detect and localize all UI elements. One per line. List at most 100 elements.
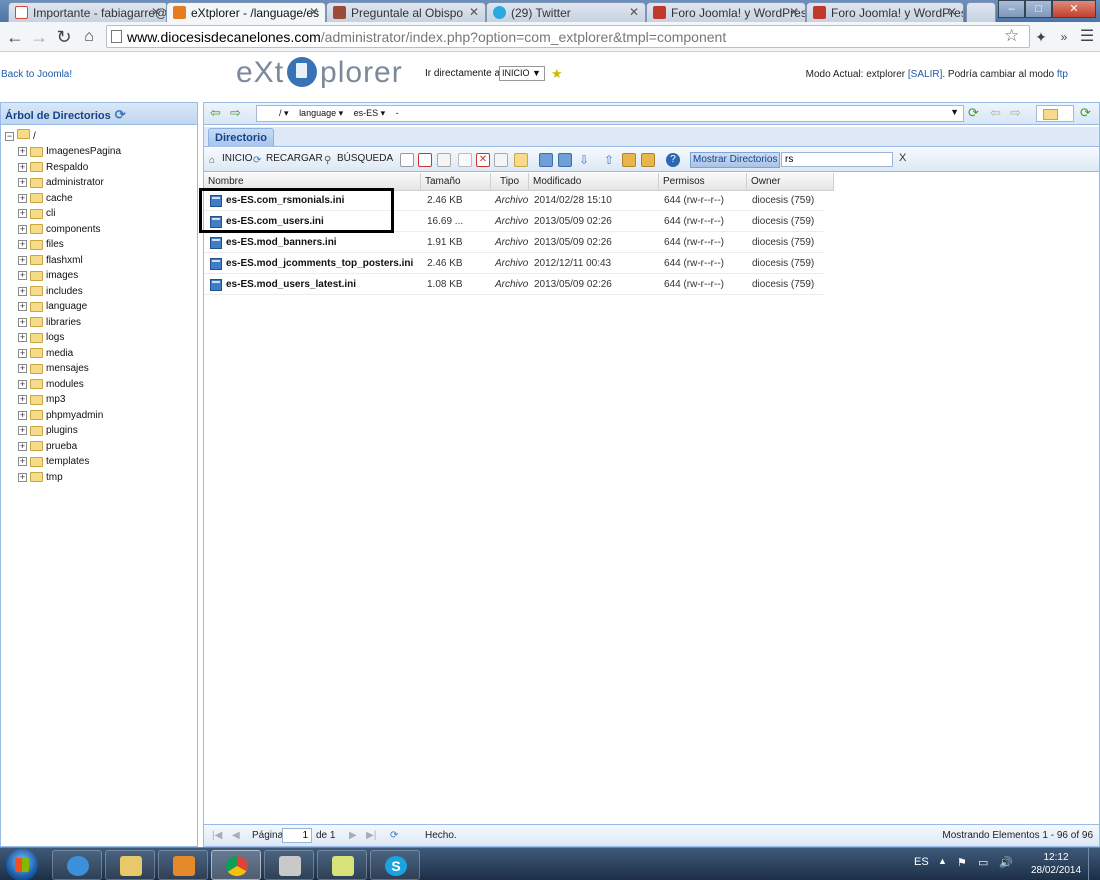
tree-item-libraries[interactable]: + libraries	[18, 315, 121, 331]
expand-icon[interactable]: +	[18, 317, 27, 327]
close-icon[interactable]: ✕	[309, 5, 319, 19]
tree-item-language[interactable]: + language	[18, 299, 121, 315]
taskbar-internet-explorer[interactable]	[52, 850, 102, 880]
file-name[interactable]: es-ES.mod_banners.ini	[204, 233, 421, 253]
tree-item-tmp[interactable]: + tmp	[18, 470, 121, 486]
flag-icon[interactable]: ⚑	[957, 856, 967, 869]
volume-icon[interactable]: 🔊	[999, 856, 1013, 869]
next-page-icon[interactable]: ▶	[349, 830, 357, 841]
tree-item-media[interactable]: + media	[18, 346, 121, 362]
refresh-icon[interactable]: ⟳	[968, 105, 979, 121]
new-file-icon[interactable]	[400, 153, 414, 167]
expand-icon[interactable]: +	[18, 286, 27, 296]
extract-icon[interactable]	[641, 153, 655, 167]
extension-arrow-icon[interactable]: »	[1053, 26, 1075, 48]
col-header-type[interactable]: Tipo	[491, 173, 529, 191]
path-segment-language[interactable]: language ▾	[299, 108, 343, 118]
rename-icon[interactable]	[494, 153, 508, 167]
view-icon[interactable]	[539, 153, 553, 167]
home-icon[interactable]: ⌂	[78, 26, 100, 48]
tree-item-respaldo[interactable]: + Respaldo	[18, 160, 121, 176]
browser-tab-twitter[interactable]: (29) Twitter ✕	[486, 2, 646, 22]
taskbar-media-player[interactable]	[158, 850, 208, 880]
expand-icon[interactable]: +	[18, 348, 27, 358]
col-header-modified[interactable]: Modificado	[529, 173, 659, 191]
tree-item-prueba[interactable]: + prueba	[18, 439, 121, 455]
tree-item-phpmyadmin[interactable]: + phpmyadmin	[18, 408, 121, 424]
refresh-icon[interactable]: ⟳	[390, 830, 398, 841]
folder-button[interactable]	[1036, 105, 1074, 122]
col-header-permissions[interactable]: Permisos	[659, 173, 747, 191]
tree-root[interactable]: − /	[5, 129, 36, 143]
path-segment-es-es[interactable]: es-ES ▾	[354, 108, 386, 118]
browser-tab-extplorer[interactable]: eXtplorer - /language/es ✕	[166, 2, 326, 23]
edit-icon[interactable]	[418, 153, 432, 167]
favorite-star-icon[interactable]: ★	[551, 66, 563, 82]
browser-tab-gmail[interactable]: Importante - fabiagarre@ ✕	[8, 2, 168, 22]
tab-directory[interactable]: Directorio	[208, 128, 274, 147]
clear-filter-button[interactable]: X	[899, 152, 906, 164]
tree-item-templates[interactable]: + templates	[18, 454, 121, 470]
back-arrow-icon[interactable]: ⇦	[210, 105, 221, 121]
first-page-icon[interactable]: |◀	[212, 830, 222, 841]
close-icon[interactable]: ✕	[947, 5, 957, 19]
maximize-button[interactable]: □	[1025, 0, 1052, 18]
expand-icon[interactable]: +	[18, 472, 27, 482]
path-breadcrumb[interactable]: / ▾ language ▾ es-ES ▾ - ▼	[256, 105, 964, 122]
chmod-icon[interactable]	[514, 153, 528, 167]
collapse-icon[interactable]: −	[5, 132, 14, 141]
path-back-icon[interactable]: ⇦	[990, 105, 1001, 121]
back-to-joomla-link[interactable]: Back to Joomla!	[1, 69, 72, 80]
expand-icon[interactable]: +	[18, 333, 27, 343]
path-forward-icon[interactable]: ⇨	[1010, 105, 1021, 121]
upload-icon[interactable]: ⇧	[602, 153, 616, 167]
dropdown-arrow-icon[interactable]: ▼	[950, 107, 959, 117]
table-row[interactable]: es-ES.mod_banners.ini 1.91 KB Archivo 20…	[204, 233, 824, 253]
browser-tab-foro-1[interactable]: Foro Joomla! y WordPres ✕	[646, 2, 806, 22]
tree-item-mp3[interactable]: + mp3	[18, 392, 121, 408]
copy-icon[interactable]	[437, 153, 451, 167]
bookmark-star-icon[interactable]: ☆	[1004, 26, 1019, 46]
forward-arrow-icon[interactable]: →	[28, 26, 50, 48]
page-number-input[interactable]	[282, 828, 312, 843]
table-row[interactable]: es-ES.mod_jcomments_top_posters.ini 2.46…	[204, 254, 824, 274]
extension-icon[interactable]: ✦	[1030, 26, 1052, 48]
goto-select[interactable]: INICIO ▼	[499, 66, 545, 81]
reload-button[interactable]: ⟳ RECARGAR	[253, 153, 323, 166]
tree-item-files[interactable]: + files	[18, 237, 121, 253]
file-name[interactable]: es-ES.mod_users_latest.ini	[204, 275, 421, 295]
home-button[interactable]: ⌂ INICIO	[209, 153, 253, 166]
taskbar-notes[interactable]	[317, 850, 367, 880]
delete-icon[interactable]: ✕	[476, 153, 490, 167]
file-name[interactable]: es-ES.mod_jcomments_top_posters.ini	[204, 254, 421, 274]
move-icon[interactable]	[458, 153, 472, 167]
close-icon[interactable]: ✕	[469, 5, 479, 19]
new-tab-button[interactable]	[966, 2, 996, 22]
tree-item-administrator[interactable]: + administrator	[18, 175, 121, 191]
minimize-button[interactable]: –	[998, 0, 1025, 18]
expand-icon[interactable]: +	[18, 162, 27, 172]
tree-item-modules[interactable]: + modules	[18, 377, 121, 393]
tree-item-components[interactable]: + components	[18, 222, 121, 238]
prev-page-icon[interactable]: ◀	[232, 830, 240, 841]
expand-icon[interactable]: +	[18, 302, 27, 312]
taskbar-explorer[interactable]	[105, 850, 155, 880]
show-desktop-button[interactable]	[1088, 848, 1100, 880]
refresh-tree-icon[interactable]: ⟳	[115, 107, 126, 122]
expand-icon[interactable]: +	[18, 395, 27, 405]
path-segment-root[interactable]: / ▾	[279, 108, 289, 118]
clock[interactable]: 12:12 28/02/2014	[1030, 851, 1082, 877]
info-panel-icon[interactable]	[558, 153, 572, 167]
tree-item-cache[interactable]: + cache	[18, 191, 121, 207]
expand-icon[interactable]: +	[18, 441, 27, 451]
search-button[interactable]: ⚲ BÚSQUEDA	[324, 153, 393, 166]
expand-icon[interactable]: +	[18, 178, 27, 188]
expand-icon[interactable]: +	[18, 209, 27, 219]
filter-input[interactable]	[781, 152, 893, 167]
col-header-owner[interactable]: Owner	[747, 173, 834, 191]
tree-item-images[interactable]: + images	[18, 268, 121, 284]
menu-icon[interactable]: ☰	[1076, 26, 1098, 48]
tree-item-cli[interactable]: + cli	[18, 206, 121, 222]
expand-icon[interactable]: +	[18, 426, 27, 436]
taskbar-chrome[interactable]	[211, 850, 261, 880]
